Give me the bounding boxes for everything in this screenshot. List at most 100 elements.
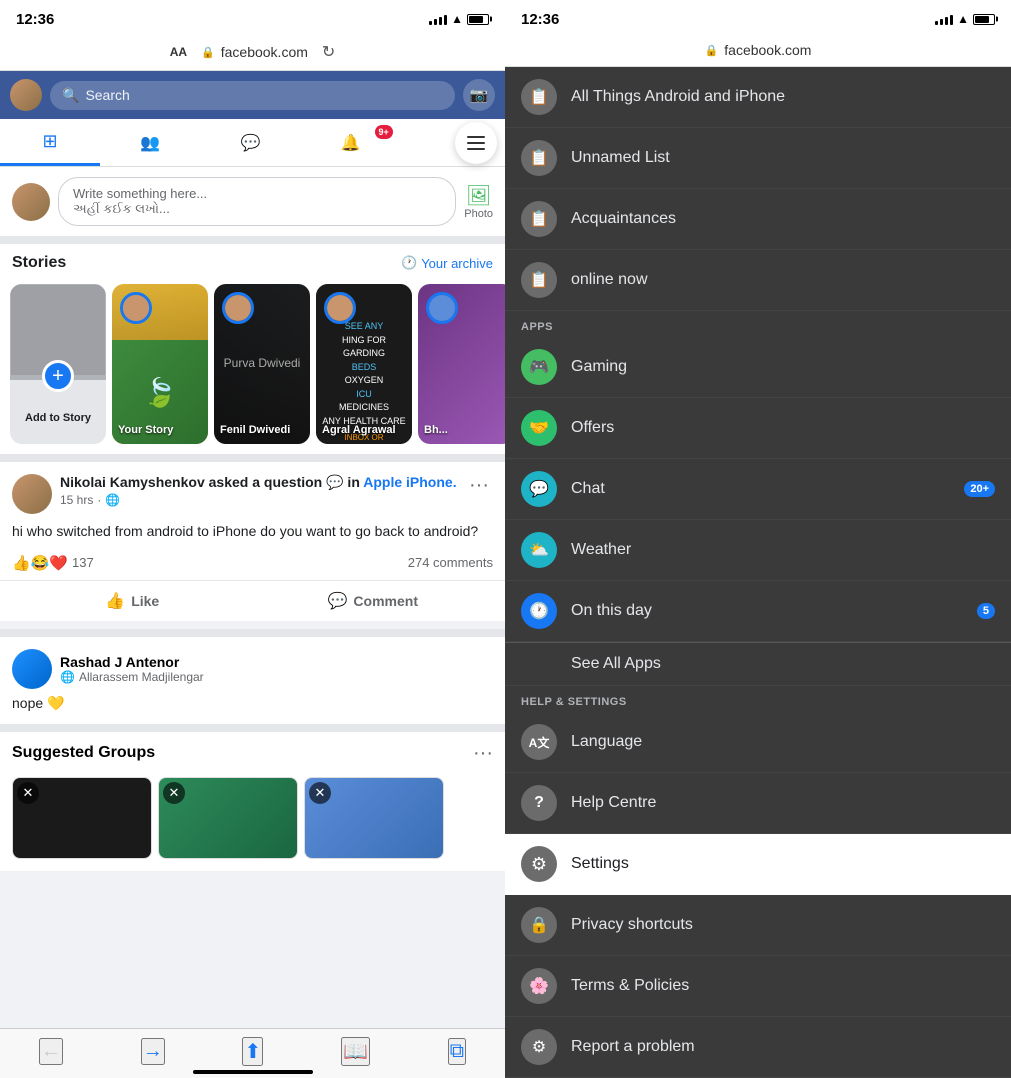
menu-item-language[interactable]: A文 Language [505, 712, 1011, 773]
suggested-card-2[interactable]: ✕ [158, 777, 298, 859]
signal-icon-right [935, 13, 953, 25]
refresh-btn[interactable]: ↻ [322, 42, 335, 62]
rashad-subtitle: 🌐 Allarassem Madjilengar [60, 670, 204, 684]
url-text: facebook.com [221, 44, 308, 60]
globe-icon: 🌐 [105, 493, 120, 507]
search-input[interactable]: 🔍 Search [50, 81, 455, 110]
acquaintances-icon: 📋 [521, 201, 557, 237]
comments-count[interactable]: 274 comments [408, 555, 493, 570]
close-suggested-1[interactable]: ✕ [17, 782, 39, 804]
story-add[interactable]: + Add to Story [10, 284, 106, 444]
post-more-btn[interactable]: ··· [465, 474, 493, 497]
terms-icon: 🌸 [521, 968, 557, 1004]
menu-item-settings[interactable]: ⚙ Settings [505, 834, 1011, 895]
unnamed-label: Unnamed List [571, 149, 670, 167]
acquaintances-label: Acquaintances [571, 210, 676, 228]
lock-icon: 🔒 [201, 46, 215, 59]
post-photo-btn[interactable]: 🖼 Photo [464, 183, 493, 220]
comment-btn[interactable]: 💬 Comment [253, 585, 494, 617]
menu-item-gaming[interactable]: 🎮 Gaming [505, 337, 1011, 398]
story-bh[interactable]: Bh... [418, 284, 505, 444]
like-icon: 👍 [105, 591, 125, 611]
online-icon: 📋 [521, 262, 557, 298]
menu-item-report[interactable]: ⚙ Report a problem [505, 1017, 1011, 1078]
onthisday-label: On this day [571, 602, 652, 620]
font-size-btn[interactable]: AA [170, 45, 187, 59]
suggested-img-2: ✕ [159, 778, 297, 858]
story-bh-label: Bh... [424, 424, 505, 436]
rashad-post: Rashad J Antenor 🌐 Allarassem Madjilenga… [0, 629, 505, 724]
chat-label: Chat [571, 480, 605, 498]
menu-item-terms[interactable]: 🌸 Terms & Policies [505, 956, 1011, 1017]
menu-item-help[interactable]: ? Help Centre [505, 773, 1011, 834]
onthisday-icon: 🕐 [521, 593, 557, 629]
story-yours[interactable]: 🍃 Your Story [112, 284, 208, 444]
forward-btn[interactable]: → [141, 1038, 165, 1065]
close-suggested-2[interactable]: ✕ [163, 782, 185, 804]
rashad-text: nope 💛 [12, 695, 493, 712]
menu-item-privacy[interactable]: 🔒 Privacy shortcuts [505, 895, 1011, 956]
suggested-card-3[interactable]: ✕ [304, 777, 444, 859]
apps-section-header: APPS [505, 311, 1011, 337]
terms-label: Terms & Policies [571, 977, 689, 995]
weather-label: Weather [571, 541, 631, 559]
reaction-emojis: 👍😂❤️ [12, 554, 68, 572]
story-agral[interactable]: SEE ANY HING FOR GARDING BEDS OXYGEN ICU… [316, 284, 412, 444]
menu-item-onthisday[interactable]: 🕐 On this day 5 [505, 581, 1011, 642]
back-btn[interactable]: ← [39, 1038, 63, 1065]
menu-item-online[interactable]: 📋 online now [505, 250, 1011, 311]
tab-notifications[interactable]: 🔔 9+ [301, 119, 401, 166]
post-input[interactable]: Write something here... અહીં કઈક લખો... [58, 177, 456, 226]
offers-label: Offers [571, 419, 614, 437]
post-meta: 15 hrs · 🌐 [60, 493, 457, 507]
bookmarks-btn[interactable]: 📖 [341, 1037, 370, 1066]
menu-item-acquaintances[interactable]: 📋 Acquaintances [505, 189, 1011, 250]
signal-icon [429, 13, 447, 25]
url-bar-left[interactable]: AA 🔒 facebook.com ↻ [0, 36, 505, 71]
post-placeholder: Write something here... [73, 186, 441, 201]
close-suggested-3[interactable]: ✕ [309, 782, 331, 804]
suggested-img-1: ✕ [13, 778, 151, 858]
tab-home[interactable]: ⊞ [0, 119, 100, 166]
menu-item-unnamed[interactable]: 📋 Unnamed List [505, 128, 1011, 189]
right-panel: 12:36 ▲ 🔒 facebook.com 📋 All Things Andr… [505, 0, 1011, 1078]
messenger-icon: 💬 [241, 133, 261, 153]
menu-item-see-all-apps[interactable]: See All Apps [505, 642, 1011, 686]
chat-badge: 20+ [964, 481, 995, 497]
tab-friends[interactable]: 👥 [100, 119, 200, 166]
menu-item-chat[interactable]: 💬 Chat 20+ [505, 459, 1011, 520]
settings-label: Settings [571, 855, 629, 873]
photo-icon: 🖼 [466, 183, 491, 208]
left-panel: 12:36 ▲ AA 🔒 facebook.com ↻ 🔍 Search [0, 0, 505, 1078]
like-btn[interactable]: 👍 Like [12, 585, 253, 617]
reaction-count: 137 [72, 555, 94, 570]
share-btn[interactable]: ⬆ [242, 1037, 263, 1066]
suggested-more-btn[interactable]: ··· [473, 742, 493, 765]
menu-item-weather[interactable]: ⛅ Weather [505, 520, 1011, 581]
story-avatar-ring [120, 292, 152, 324]
post-group[interactable]: Apple iPhone. [363, 474, 456, 490]
menu-item-offers[interactable]: 🤝 Offers [505, 398, 1011, 459]
story-avatar-bh [426, 292, 458, 324]
home-indicator [193, 1070, 313, 1074]
user-avatar-small[interactable] [10, 79, 42, 111]
suggested-card-1[interactable]: ✕ [12, 777, 152, 859]
story-agral-label: Agral Agrawal [322, 424, 406, 436]
search-placeholder: Search [85, 87, 129, 103]
rashad-name[interactable]: Rashad J Antenor [60, 654, 204, 670]
android-label: All Things Android and iPhone [571, 88, 785, 106]
archive-link[interactable]: 🕐 Your archive [401, 255, 493, 271]
tab-messenger[interactable]: 💬 [200, 119, 300, 166]
tabs-btn[interactable]: ⧉ [448, 1038, 466, 1065]
camera-btn[interactable]: 📷 [463, 79, 495, 111]
post-body: hi who switched from android to iPhone d… [0, 522, 505, 550]
url-bar-right[interactable]: 🔒 facebook.com [505, 36, 1011, 67]
hamburger-menu-btn[interactable] [455, 122, 497, 164]
post-username[interactable]: Nikolai Kamyshenkov asked a question 💬 i… [60, 474, 457, 491]
story-fenil[interactable]: Purva Dwivedi Fenil Dwivedi [214, 284, 310, 444]
status-bar-right: 12:36 ▲ [505, 0, 1011, 36]
privacy-icon: 🔒 [521, 907, 557, 943]
menu-item-android[interactable]: 📋 All Things Android and iPhone [505, 67, 1011, 128]
clock-icon: 🕐 [401, 255, 417, 271]
fb-search-bar: 🔍 Search 📷 [0, 71, 505, 119]
